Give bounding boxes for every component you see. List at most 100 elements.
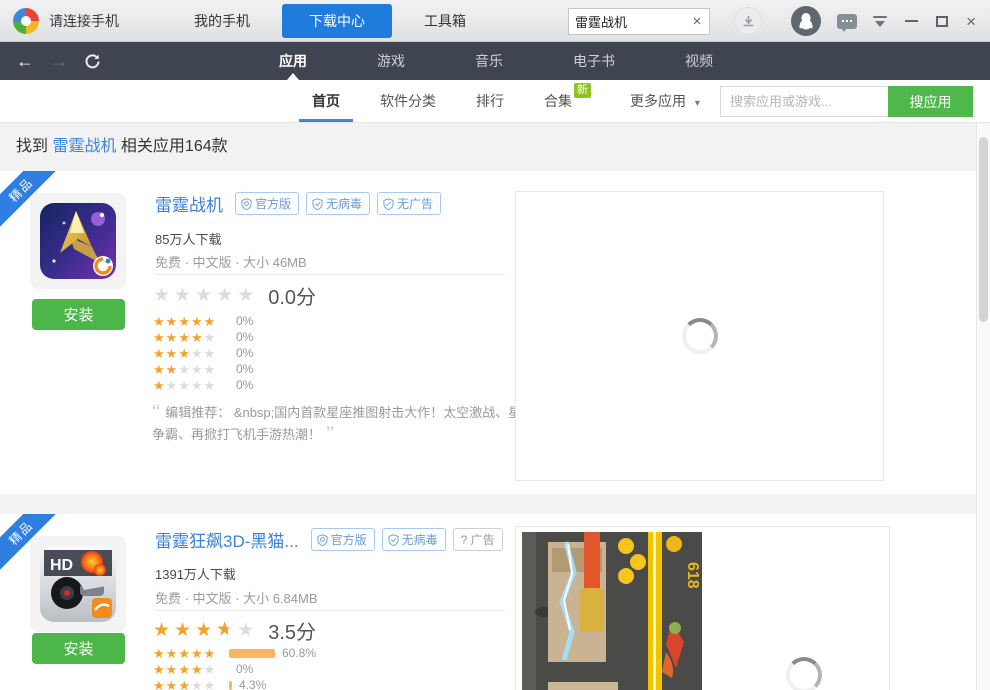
category-tabs: 应用 游戏 音乐 电子书 视频	[279, 42, 783, 80]
rating-percent: 4.3%	[239, 678, 266, 690]
star-rating-1: ★★★★★	[153, 379, 229, 392]
tab-video[interactable]: 视频	[685, 42, 713, 80]
rating-row-4: ★★★★★ 0%	[153, 329, 253, 345]
badge-ads-unknown: ? 广告	[453, 528, 503, 551]
score-stars: ★★★★★	[153, 286, 258, 305]
rating-bar	[229, 649, 275, 658]
back-icon[interactable]: ←	[16, 52, 34, 70]
forward-icon[interactable]: →	[50, 52, 68, 70]
global-search-box: ×	[568, 8, 710, 35]
shield-check-icon	[388, 534, 399, 546]
app-meta: 免费 · 中文版 · 大小 6.84MB	[155, 588, 318, 607]
rating-breakdown: ★★★★★ 0% ★★★★★ 0% ★★★★★ 0% ★★★★★ 0% ★★★★…	[153, 313, 253, 393]
app-card: 精品	[0, 171, 976, 494]
shield-noad-icon	[383, 198, 394, 210]
rating-row-3: ★★★★★ 0%	[153, 345, 253, 361]
score-value: 3.5分	[268, 616, 316, 645]
badge-no-ads-label: 无广告	[397, 195, 433, 212]
score-stars: ★★★★★★	[153, 621, 258, 640]
app-name-link[interactable]: 雷霆狂飙3D-黑猫...	[155, 527, 299, 552]
app-section-tabs: 首页 软件分类 排行 合集 新 更多应用 ▾	[312, 80, 740, 122]
editor-recommendation: “ 编辑推荐： &nbsp;国内首款星座推图射击大作！太空激战、星际争霸、再掀打…	[152, 401, 542, 445]
tab-collections[interactable]: 合集 新	[544, 80, 572, 122]
tab-download-center[interactable]: 下载中心	[282, 4, 392, 38]
badge-official-label: 官方版	[255, 195, 291, 212]
star-rating-5: ★★★★★	[153, 647, 229, 660]
result-keyword-link[interactable]: 雷霆战机	[52, 138, 116, 155]
app-search-box: 搜应用	[720, 86, 973, 117]
tab-home[interactable]: 首页	[312, 80, 340, 122]
device-status-text: 请连接手机	[49, 11, 119, 31]
star-rating-2: ★★★★★	[153, 363, 229, 376]
score-row: ★★★★★ 0.0分	[153, 281, 316, 310]
scrollbar-track[interactable]	[976, 123, 990, 690]
tab-music[interactable]: 音乐	[475, 42, 503, 80]
star-rating-3: ★★★★★	[153, 347, 229, 360]
download-icon	[742, 15, 755, 28]
maximize-button[interactable]	[936, 16, 948, 27]
minimize-button[interactable]	[905, 20, 918, 22]
star-rating-4: ★★★★★	[153, 663, 229, 676]
tab-software-categories[interactable]: 软件分类	[380, 80, 436, 122]
scrollbar-thumb[interactable]	[979, 137, 988, 322]
tab-apps[interactable]: 应用	[279, 42, 307, 80]
app-title-row: 雷霆狂飙3D-黑猫... 官方版 无病毒 ? 广告	[155, 527, 510, 552]
rating-row-3: ★★★★★ 4.3%	[153, 677, 316, 690]
rating-row-4: ★★★★★ 0%	[153, 661, 316, 677]
rating-row-2: ★★★★★ 0%	[153, 361, 253, 377]
loading-spinner-icon	[786, 657, 822, 690]
open-quote-icon: “	[152, 401, 165, 422]
app-name-link[interactable]: 雷霆战机	[155, 191, 223, 216]
tab-rankings[interactable]: 排行	[476, 80, 504, 122]
clear-search-icon[interactable]: ×	[685, 13, 709, 30]
close-button[interactable]: ×	[966, 13, 976, 30]
download-manager-button[interactable]	[734, 7, 762, 35]
app-icon-frame: HD	[30, 536, 126, 632]
browser-nav-buttons: ← →	[16, 42, 101, 80]
screenshot-panel: 618	[515, 526, 890, 690]
category-navbar: ← → 应用 游戏 音乐 电子书 视频	[0, 42, 990, 80]
app-icon-leiting-kuangbiao[interactable]: HD	[40, 546, 116, 622]
search-app-button[interactable]: 搜应用	[888, 86, 973, 117]
result-prefix: 找到	[16, 138, 52, 155]
main-menu-icon[interactable]	[873, 16, 887, 27]
star-rating-5: ★★★★★	[153, 315, 229, 328]
tab-ebooks[interactable]: 电子书	[573, 42, 615, 80]
app-meta: 免费 · 中文版 · 大小 46MB	[155, 252, 307, 271]
shield-official-icon	[317, 534, 328, 546]
install-button[interactable]: 安装	[32, 633, 125, 664]
install-button[interactable]: 安装	[32, 299, 125, 330]
star-rating-3: ★★★★★	[153, 679, 229, 690]
editor-recommendation-text: 编辑推荐： &nbsp;国内首款星座推图射击大作！太空激战、星际争霸、再掀打飞机…	[152, 405, 534, 442]
badge-official-label: 官方版	[331, 531, 367, 548]
app-title-row: 雷霆战机 官方版 无病毒 无广告	[155, 191, 448, 216]
rating-percent: 0%	[236, 330, 253, 344]
tab-my-phone[interactable]: 我的手机	[172, 11, 272, 31]
app-icon-leiting-zhanji[interactable]	[40, 203, 116, 279]
tab-toolbox[interactable]: 工具箱	[402, 11, 488, 31]
shield-official-icon	[241, 198, 252, 210]
results-area: 找到 雷霆战机 相关应用164款 精品	[0, 123, 976, 690]
tab-more-apps-label: 更多应用	[630, 93, 686, 109]
rating-percent: 60.8%	[282, 646, 316, 660]
feedback-icon[interactable]	[837, 14, 857, 29]
game-screenshot[interactable]: 618	[522, 532, 702, 690]
main-tabs: 我的手机 下载中心 工具箱	[172, 0, 488, 42]
new-badge: 新	[574, 83, 591, 98]
divider	[155, 274, 505, 275]
badge-official: 官方版	[311, 528, 375, 551]
rating-row-1: ★★★★★ 0%	[153, 377, 253, 393]
qq-account-button[interactable]	[791, 6, 821, 36]
result-summary: 找到 雷霆战机 相关应用164款	[0, 123, 976, 171]
chevron-down-icon: ▾	[695, 98, 700, 109]
close-quote-icon: ”	[321, 423, 334, 444]
tab-more-apps[interactable]: 更多应用 ▾	[630, 80, 700, 122]
app-search-input[interactable]	[720, 86, 888, 117]
rating-percent: 0%	[236, 362, 253, 376]
global-search-input[interactable]	[569, 14, 685, 29]
tab-games[interactable]: 游戏	[377, 42, 405, 80]
refresh-icon[interactable]	[84, 53, 101, 70]
badge-no-virus-label: 无病毒	[402, 531, 438, 548]
download-count: 1391万人下载	[155, 564, 236, 583]
score-row: ★★★★★★ 3.5分	[153, 616, 316, 645]
